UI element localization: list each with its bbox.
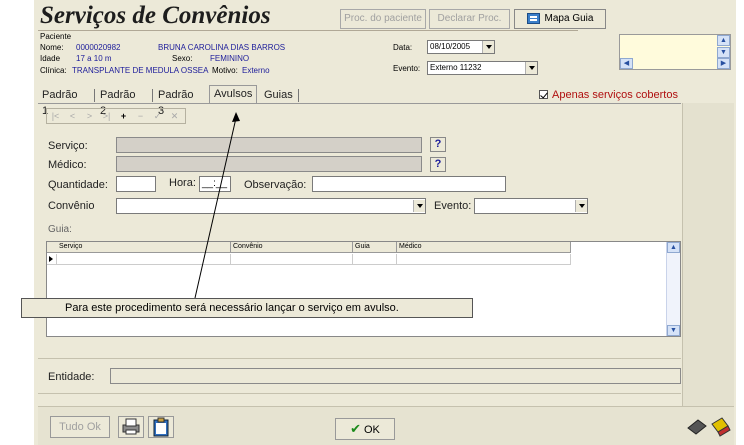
tab-divider [152,89,153,102]
scroll-up-icon[interactable]: ▲ [667,242,680,253]
nav-last-button[interactable]: >| [101,110,112,122]
servico-label: Serviço: [48,140,88,152]
servico-lookup-button[interactable]: ? [430,137,446,152]
data-value: 08/10/2005 [430,42,471,51]
servicos-grid[interactable]: Serviço Convênio Guia Médico ▲ ▼ [46,241,681,337]
eraser-icon [687,417,731,437]
data-label: Data: [393,43,413,52]
hora-label: Hora: [169,177,196,189]
tab-divider [94,89,95,102]
chevron-down-icon [413,200,425,212]
entidade-label: Entidade: [48,371,95,383]
apenas-cobertos-label: Apenas serviços cobertos [552,89,678,101]
motivo-label: Motivo: [212,66,238,75]
nav-delete-button[interactable]: − [135,110,146,122]
grid-scrollbar[interactable]: ▲ ▼ [666,242,680,336]
col-medico[interactable]: Médico [397,242,571,253]
proc-paciente-button[interactable]: Proc. do paciente [340,9,426,29]
sexo-value: FEMININO [210,54,250,63]
scroll-left-icon[interactable]: ◀ [620,58,633,69]
cell-convenio[interactable] [231,254,353,265]
nav-insert-button[interactable]: + [118,110,129,122]
row-indicator-cell [47,254,57,265]
mapa-guia-label: Mapa Guia [544,13,594,24]
servico-field[interactable] [116,137,422,153]
print-button[interactable] [118,416,144,438]
patient-panel: Paciente Nome: 0000020982 BRUNA CAROLINA… [38,30,578,84]
col-convenio[interactable]: Convênio [231,242,353,253]
idade-value: 17 a 10 m [76,54,112,63]
evento-select[interactable]: Externo 11232 [427,61,538,75]
check-icon: ✔ [350,421,361,436]
cell-servico[interactable] [57,254,231,265]
right-column [682,103,734,406]
evento-label: Evento: [393,64,421,73]
side-list-box[interactable]: ▲ ▼ ◀ ▶ [619,34,731,70]
ok-button[interactable]: ✔ OK [335,418,395,440]
callout-note: Para este procedimento será necessário l… [21,298,473,318]
observacao-label: Observação: [244,179,307,191]
clinica-value: TRANSPLANTE DE MEDULA OSSEA [72,66,209,75]
clipboard-icon [153,417,169,437]
evento-value: Externo 11232 [430,63,482,72]
chevron-down-icon [575,200,587,212]
nav-post-button[interactable]: ✓ [152,110,163,122]
apenas-cobertos-checkbox[interactable]: Apenas serviços cobertos [539,89,678,101]
nome-value: BRUNA CAROLINA DIAS BARROS [158,43,286,52]
medico-label: Médico: [48,159,87,171]
entidade-field[interactable] [110,368,681,384]
eraser-tools[interactable] [684,414,732,438]
nome-label: Nome: [40,43,64,52]
table-row[interactable] [47,254,571,265]
col-guia[interactable]: Guia [353,242,397,253]
tab-avulsos[interactable]: Avulsos [209,85,258,103]
clinica-label: Clínica: [40,66,67,75]
tab-guias[interactable]: Guias [260,87,297,103]
evento-form-label: Evento: [434,200,472,212]
guia-label: Guia: [48,224,72,235]
medico-field[interactable] [116,156,422,172]
grid-header: Serviço Convênio Guia Médico [47,242,571,253]
tab-divider [298,89,299,102]
mapa-guia-icon [526,12,540,24]
chevron-down-icon [525,62,537,74]
cell-guia[interactable] [353,254,397,265]
evento-form-select[interactable] [474,198,588,214]
declarar-proc-button[interactable]: Declarar Proc. [429,9,510,29]
nav-cancel-button[interactable]: ✕ [169,110,180,122]
checkbox-checked-icon [539,90,548,99]
convenios-window: Serviços de Convênios Proc. do paciente … [34,0,736,445]
nav-first-button[interactable]: |< [50,110,61,122]
scroll-right-icon[interactable]: ▶ [717,58,730,69]
record-navigator: |< < > >| + − ✓ ✕ [46,108,186,124]
scroll-down-icon[interactable]: ▼ [717,47,730,58]
scroll-down-icon[interactable]: ▼ [667,325,680,336]
clipboard-button[interactable] [148,416,174,438]
cell-medico[interactable] [397,254,571,265]
idade-label: Idade [40,54,61,63]
tudo-ok-button[interactable]: Tudo Ok [50,416,110,438]
window-title: Serviços de Convênios [40,2,271,29]
mapa-guia-button[interactable]: Mapa Guia [514,9,606,29]
patient-section-label: Paciente [40,32,72,41]
chevron-down-icon [482,41,494,53]
nav-prev-button[interactable]: < [67,110,78,122]
motivo-value: Externo [242,66,270,75]
quantidade-label: Quantidade: [48,179,108,191]
nav-next-button[interactable]: > [84,110,95,122]
ok-label: OK [364,424,380,436]
convenio-label: Convênio [48,200,95,212]
hora-input[interactable]: __:__ [199,176,231,192]
medico-lookup-button[interactable]: ? [430,157,446,172]
convenio-select[interactable] [116,198,426,214]
sexo-label: Sexo: [172,54,193,63]
scroll-up-icon[interactable]: ▲ [717,35,730,46]
nome-code: 0000020982 [76,43,121,52]
observacao-input[interactable] [312,176,506,192]
col-servico[interactable]: Serviço [57,242,231,253]
data-select[interactable]: 08/10/2005 [427,40,495,54]
printer-icon [122,418,140,435]
quantidade-input[interactable] [116,176,156,192]
